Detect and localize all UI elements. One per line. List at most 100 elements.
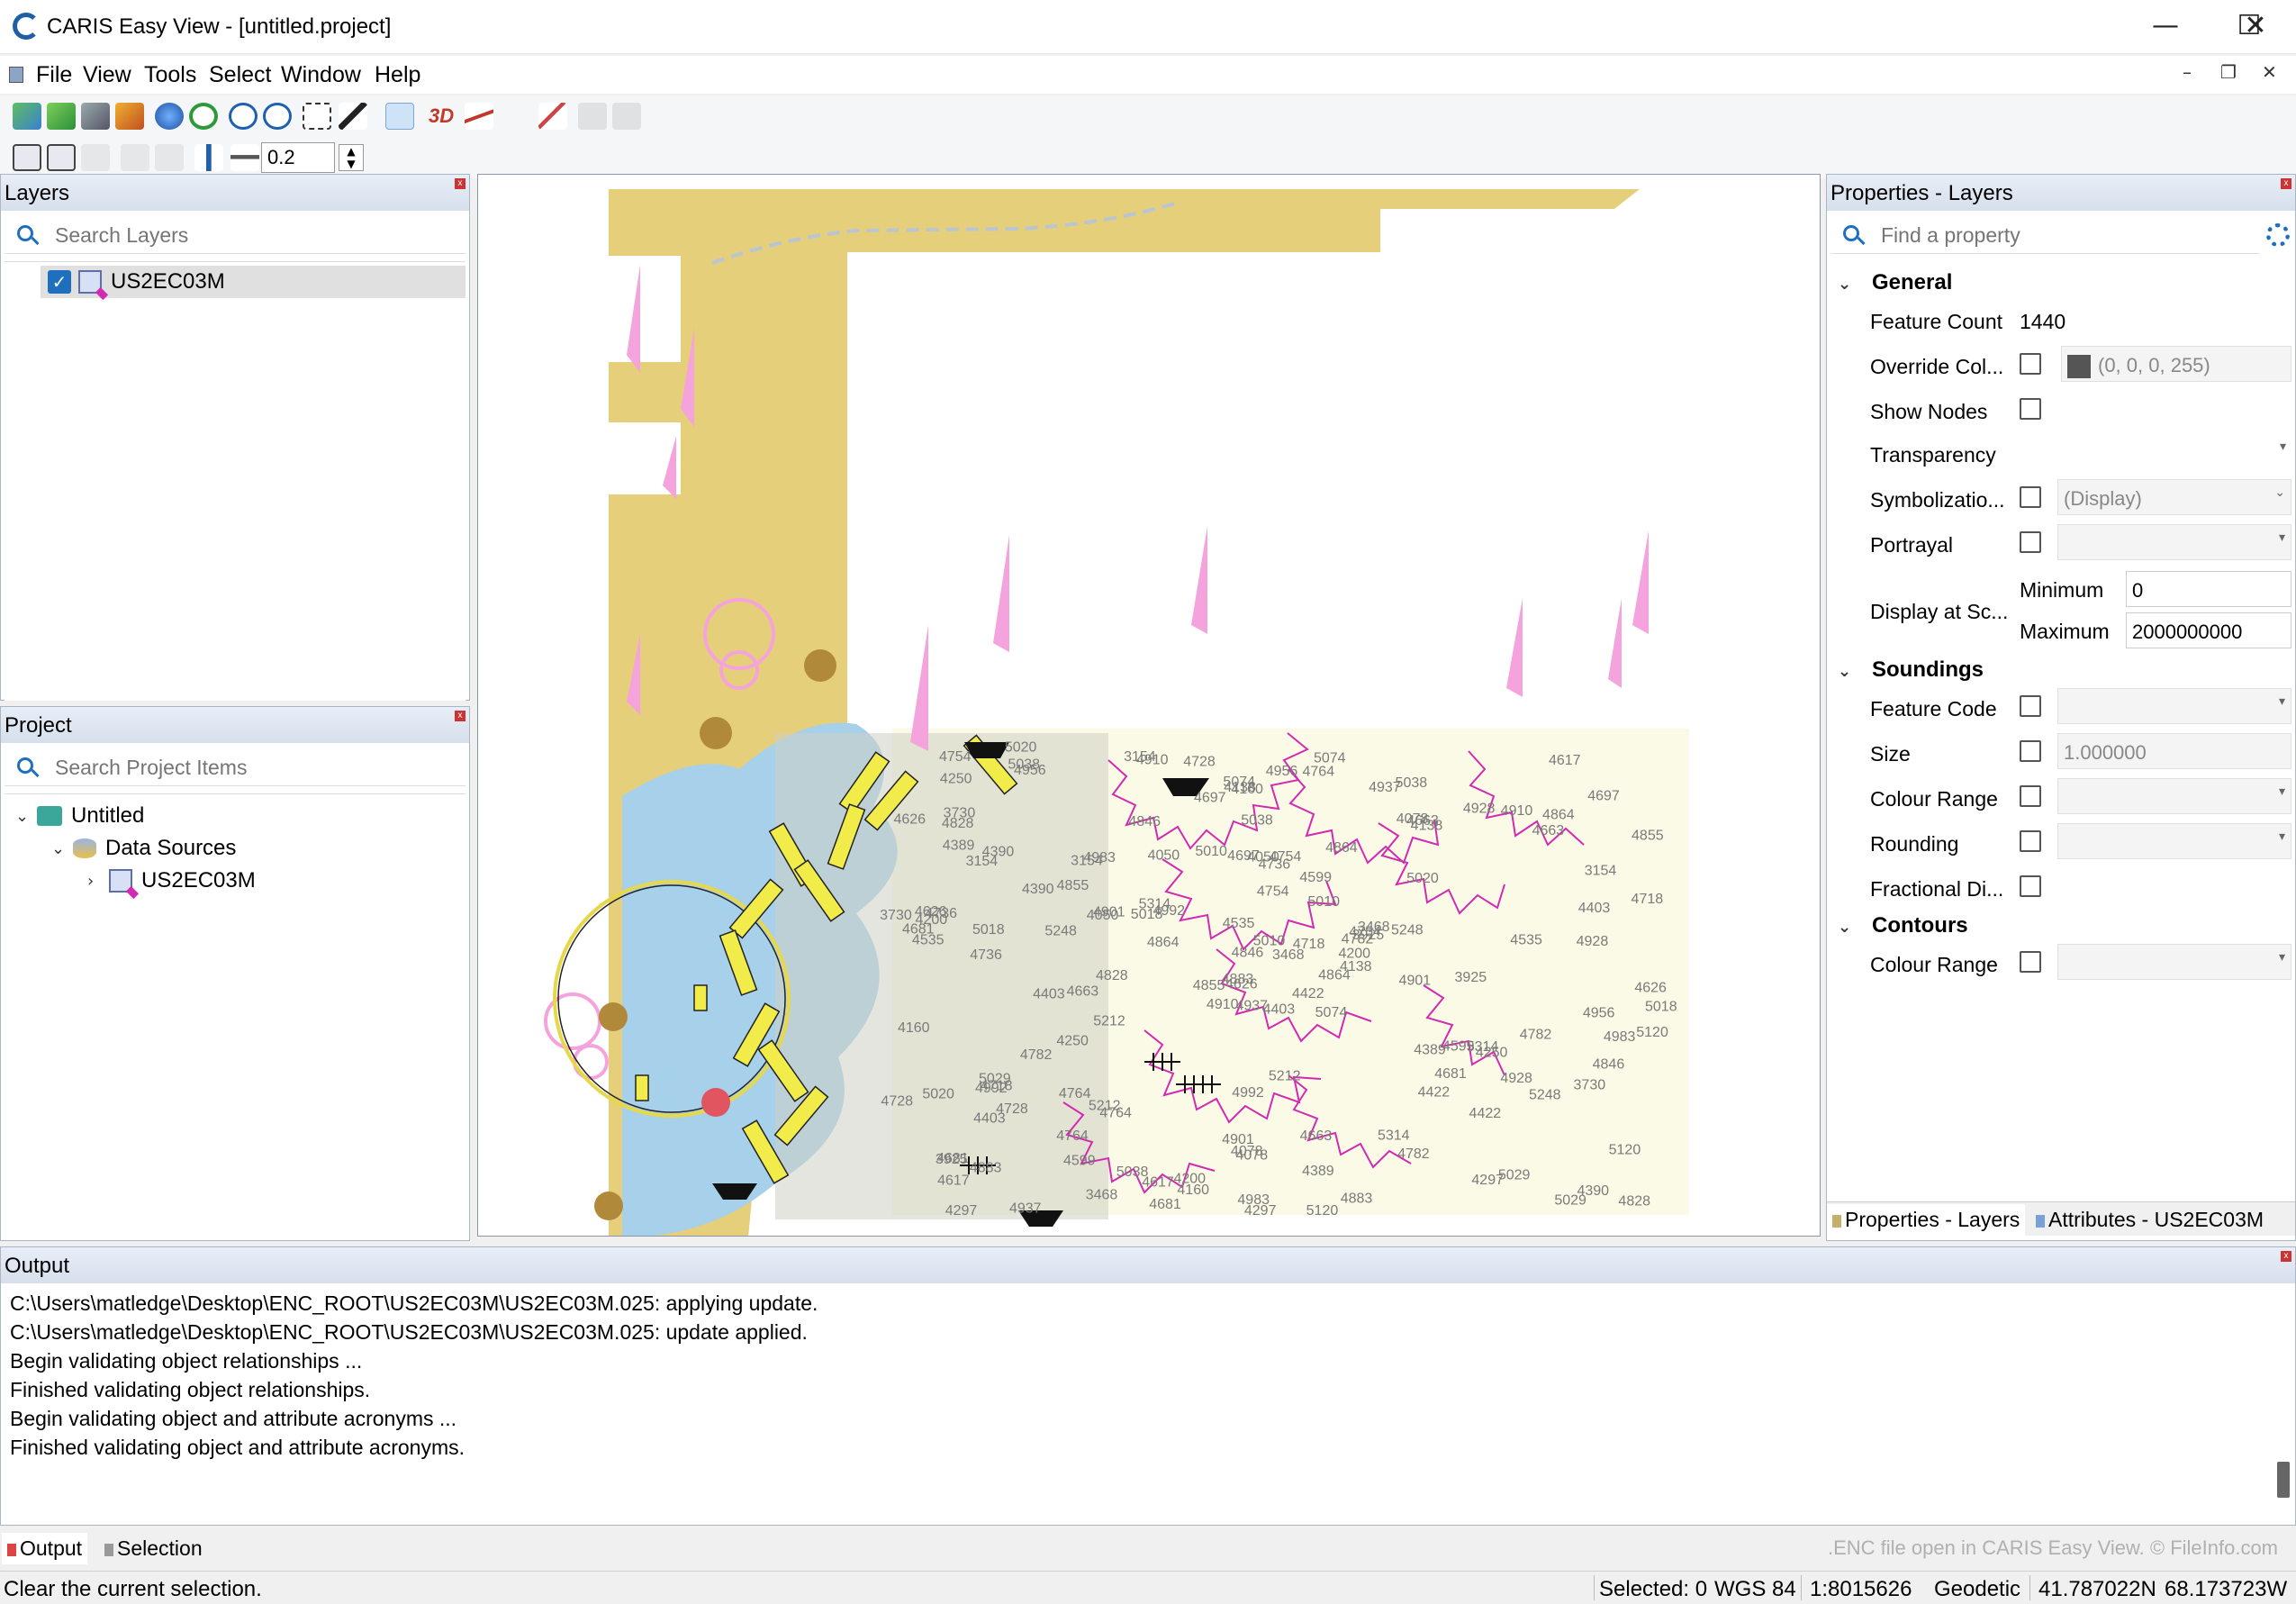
layer-row-us2ec03m[interactable]: ✓ US2EC03M: [41, 266, 466, 298]
menu-help[interactable]: Help: [375, 62, 420, 88]
properties-panel-close-button[interactable]: x: [2281, 178, 2291, 189]
select-box-icon[interactable]: [13, 144, 41, 171]
chevron-down-icon[interactable]: ⌄: [1838, 275, 1859, 294]
chevron-right-icon[interactable]: ›: [87, 872, 109, 891]
stack-icon[interactable]: [578, 103, 607, 130]
document-icon[interactable]: [9, 67, 23, 83]
transparency-dropdown[interactable]: ▾: [2020, 434, 2291, 470]
sounding-label: 4626: [893, 811, 926, 827]
mdi-minimize-button[interactable]: –: [2183, 61, 2192, 83]
zoom-in-icon[interactable]: [229, 103, 258, 130]
menu-file[interactable]: File: [36, 62, 72, 88]
mdi-close-button[interactable]: ✕: [2262, 61, 2277, 83]
tolerance-spinner[interactable]: ▲ ▼: [339, 144, 364, 171]
latitude-readout: 41.787022N: [2038, 1577, 2156, 1601]
project-search[interactable]: [5, 750, 466, 786]
layer-visibility-checkbox[interactable]: ✓: [48, 270, 71, 294]
chevron-down-icon[interactable]: ⌄: [51, 839, 73, 858]
tab-output[interactable]: Output: [2, 1533, 88, 1564]
contour-colour-range-dropdown[interactable]: ▾: [2057, 944, 2291, 980]
clear-selection-icon[interactable]: [81, 144, 110, 171]
contours-section-toggle[interactable]: ⌄ Contours: [1838, 913, 1968, 938]
refresh-icon[interactable]: [189, 103, 218, 130]
colour-range-dropdown[interactable]: ▾: [2057, 778, 2291, 814]
project-panel-close-button[interactable]: x: [455, 711, 466, 721]
minimize-button[interactable]: —: [2125, 0, 2206, 54]
stack2-icon[interactable]: [612, 103, 641, 130]
size-field[interactable]: 1.000000: [2057, 733, 2291, 769]
portrayal-checkbox[interactable]: [2020, 531, 2041, 553]
open-project-icon[interactable]: [13, 103, 41, 130]
menu-select[interactable]: Select: [209, 62, 271, 88]
maximum-input[interactable]: 2000000000: [2126, 612, 2291, 648]
sounding-label: 4422: [1418, 1084, 1451, 1100]
layers-panel-close-button[interactable]: x: [455, 178, 466, 189]
sounding-label: 4617: [937, 1174, 970, 1189]
measure-icon[interactable]: [538, 103, 567, 130]
project-panel: Project x ⌄ Untitled ⌄ Data Sources › US…: [0, 706, 470, 1241]
tab-properties-layers[interactable]: Properties - Layers: [1827, 1204, 2026, 1236]
profile-icon[interactable]: [465, 103, 493, 130]
tolerance-input[interactable]: [261, 142, 335, 173]
tree-item-us2ec03m[interactable]: › US2EC03M: [87, 865, 256, 897]
select-multiple-icon[interactable]: [47, 144, 76, 171]
contour-colour-range-checkbox[interactable]: [2020, 951, 2041, 973]
dropdown-arrow-icon: ▾: [2278, 950, 2285, 965]
add-data-icon[interactable]: [47, 103, 76, 130]
tab-attributes[interactable]: Attributes - US2EC03M: [2030, 1204, 2269, 1236]
zoom-out-icon[interactable]: [263, 103, 292, 130]
portrayal-dropdown[interactable]: ▾: [2057, 524, 2291, 560]
rounding-checkbox[interactable]: [2020, 830, 2041, 852]
general-section-toggle[interactable]: ⌄ General: [1838, 270, 1952, 295]
symbolization-dropdown[interactable]: (Display) ⌄: [2057, 479, 2291, 515]
chevron-down-icon[interactable]: ⌄: [1838, 918, 1859, 937]
layers-search[interactable]: [5, 218, 466, 254]
layers-search-input[interactable]: [55, 223, 424, 248]
tree-item-label: US2EC03M: [141, 868, 256, 893]
pan-hand-icon[interactable]: [385, 103, 414, 130]
properties-search[interactable]: [1830, 218, 2259, 254]
chart-canvas[interactable]: 4403315446264681478247645038475446634864…: [478, 175, 1821, 1237]
fractional-digits-checkbox[interactable]: [2020, 875, 2041, 897]
output-panel-title: Output: [5, 1254, 70, 1278]
feature-code-dropdown[interactable]: ▾: [2057, 688, 2291, 724]
symbolization-checkbox[interactable]: [2020, 486, 2041, 508]
sounding-label: 4138: [1224, 780, 1256, 795]
previous-icon[interactable]: [121, 144, 149, 171]
maximum-value: 2000000000: [2132, 621, 2243, 643]
menu-tools[interactable]: Tools: [144, 62, 196, 88]
tab-selection[interactable]: Selection: [99, 1533, 208, 1564]
tree-item-data-sources[interactable]: ⌄ Data Sources: [51, 832, 236, 865]
rounding-dropdown[interactable]: ▾: [2057, 823, 2291, 859]
map-view[interactable]: 4403 3154 4626 4681 4782 4764 5038 4754 4663 4864…: [477, 174, 1821, 1237]
3d-icon[interactable]: 3D: [429, 104, 454, 128]
soundings-section-toggle[interactable]: ⌄ Soundings: [1838, 657, 1984, 683]
next-icon[interactable]: [155, 144, 184, 171]
output-panel-close-button[interactable]: x: [2281, 1251, 2291, 1262]
chevron-down-icon[interactable]: ⌄: [1838, 662, 1859, 681]
size-checkbox[interactable]: [2020, 740, 2041, 762]
chevron-down-icon[interactable]: ⌄: [15, 807, 37, 826]
globe-icon[interactable]: [155, 103, 184, 130]
minimum-input[interactable]: 0: [2126, 571, 2291, 607]
link-icon[interactable]: [81, 103, 110, 130]
sounding-label: 5314: [1378, 1128, 1410, 1143]
feature-code-checkbox[interactable]: [2020, 695, 2041, 717]
select-pointer-icon[interactable]: [339, 103, 367, 130]
override-colour-checkbox[interactable]: [2020, 353, 2041, 375]
snap-icon[interactable]: [231, 144, 259, 171]
menu-view[interactable]: View: [83, 62, 131, 88]
zoom-box-icon[interactable]: [303, 103, 331, 130]
show-nodes-checkbox[interactable]: [2020, 398, 2041, 420]
properties-search-input[interactable]: [1881, 223, 2224, 248]
colour-range-checkbox[interactable]: [2020, 785, 2041, 807]
tree-item-untitled[interactable]: ⌄ Untitled: [15, 800, 144, 832]
menu-window[interactable]: Window: [281, 62, 361, 88]
mdi-restore-button[interactable]: ❐: [2220, 61, 2237, 83]
settings-gear-icon[interactable]: [2266, 223, 2290, 247]
layers-icon[interactable]: [115, 103, 144, 130]
close-button[interactable]: ✕: [2215, 0, 2296, 54]
output-scrollbar[interactable]: [2277, 1462, 2290, 1498]
project-search-input[interactable]: [55, 756, 424, 780]
tolerance-icon[interactable]: [194, 144, 223, 171]
